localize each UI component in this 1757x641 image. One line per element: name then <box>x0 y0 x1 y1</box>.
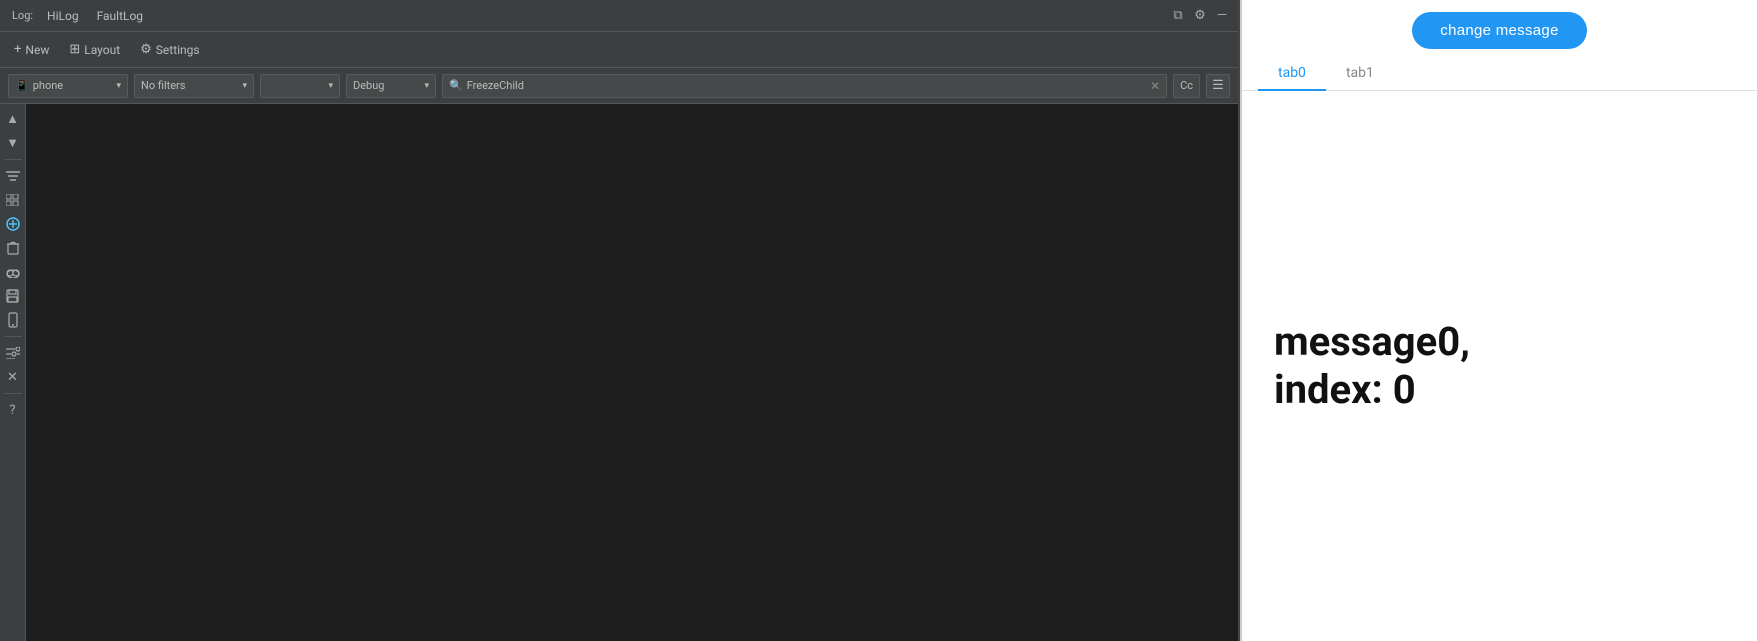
level-select[interactable]: Debug ▾ <box>346 74 436 98</box>
search-bar[interactable]: 🔍 FreezeChild ✕ <box>442 74 1167 98</box>
change-message-button[interactable]: change message <box>1412 12 1586 49</box>
layout-button[interactable]: ⊞ Layout <box>63 40 126 59</box>
faultlog-menu[interactable]: FaultLog <box>89 7 151 25</box>
add-circle-icon[interactable] <box>2 213 24 235</box>
arrow-down-icon[interactable]: ▼ <box>2 132 24 154</box>
save-icon[interactable] <box>2 285 24 307</box>
filter-arrow: ▾ <box>242 81 247 91</box>
layout-icon: ⊞ <box>69 42 80 57</box>
device-icon: 📱 <box>15 79 29 92</box>
phone-icon[interactable] <box>2 309 24 331</box>
tab-tab1[interactable]: tab1 <box>1326 57 1394 91</box>
filter-value: No filters <box>141 79 185 92</box>
settings-window-button[interactable]: ⚙ <box>1192 8 1208 24</box>
close-icon[interactable]: ✕ <box>2 366 24 388</box>
message-line1: message0, <box>1274 318 1470 365</box>
message-display: message0, index: 0 <box>1274 318 1470 414</box>
help-icon[interactable]: ? <box>2 399 24 421</box>
filter-bar: 📱 phone ▾ No filters ▾ ▾ Debug ▾ 🔍 Freez… <box>0 68 1238 104</box>
cc-button[interactable]: Cc <box>1173 74 1200 98</box>
new-button[interactable]: + New <box>8 40 55 59</box>
hilog-menu[interactable]: HiLog <box>39 7 87 25</box>
settings-label: Settings <box>156 43 200 57</box>
package-select[interactable]: ▾ <box>260 74 340 98</box>
search-icon: 🔍 <box>449 79 463 92</box>
device-content: message0, index: 0 <box>1242 91 1757 641</box>
app-label: Log: <box>8 7 37 24</box>
trash-icon[interactable] <box>2 237 24 259</box>
toolbar: + New ⊞ Layout ⚙ Settings <box>0 32 1238 68</box>
device-select[interactable]: 📱 phone ▾ <box>8 74 128 98</box>
restore-button[interactable]: ⧉ <box>1170 8 1186 24</box>
plus-icon: + <box>14 42 21 57</box>
list-settings-icon[interactable] <box>2 342 24 364</box>
settings-button[interactable]: ⚙ Settings <box>134 40 205 59</box>
tab-tab0[interactable]: tab0 <box>1258 57 1326 91</box>
filter-lines-icon[interactable] <box>2 165 24 187</box>
cloud-icon[interactable] <box>2 261 24 283</box>
grid-list-icon[interactable] <box>2 189 24 211</box>
message-line2: index: 0 <box>1274 366 1416 413</box>
search-value: FreezeChild <box>467 79 524 92</box>
new-label: New <box>25 43 49 57</box>
main-content: ▲ ▼ <box>0 104 1238 641</box>
level-value: Debug <box>353 79 384 92</box>
arrow-up-icon[interactable]: ▲ <box>2 108 24 130</box>
sidebar-icons: ▲ ▼ <box>0 104 26 641</box>
filter-icon-button[interactable]: ☰ <box>1206 74 1230 98</box>
sidebar-divider-3 <box>4 393 22 394</box>
sidebar-divider-2 <box>4 336 22 337</box>
package-arrow: ▾ <box>328 81 333 91</box>
menu-bar: Log: HiLog FaultLog ⧉ ⚙ — <box>0 0 1238 32</box>
tabs-bar: tab0 tab1 <box>1242 57 1757 91</box>
left-panel: Log: HiLog FaultLog ⧉ ⚙ — + New ⊞ Layout… <box>0 0 1240 641</box>
search-clear-button[interactable]: ✕ <box>1150 79 1160 93</box>
device-arrow: ▾ <box>116 81 121 91</box>
right-panel-header: change message <box>1242 0 1757 57</box>
filter-select[interactable]: No filters ▾ <box>134 74 254 98</box>
settings-icon: ⚙ <box>140 42 152 57</box>
device-value: phone <box>33 79 63 92</box>
right-panel: change message tab0 tab1 message0, index… <box>1240 0 1757 641</box>
minimize-button[interactable]: — <box>1214 8 1230 24</box>
sidebar-divider-1 <box>4 159 22 160</box>
log-area <box>26 104 1238 641</box>
layout-label: Layout <box>84 43 120 57</box>
level-arrow: ▾ <box>424 81 429 91</box>
